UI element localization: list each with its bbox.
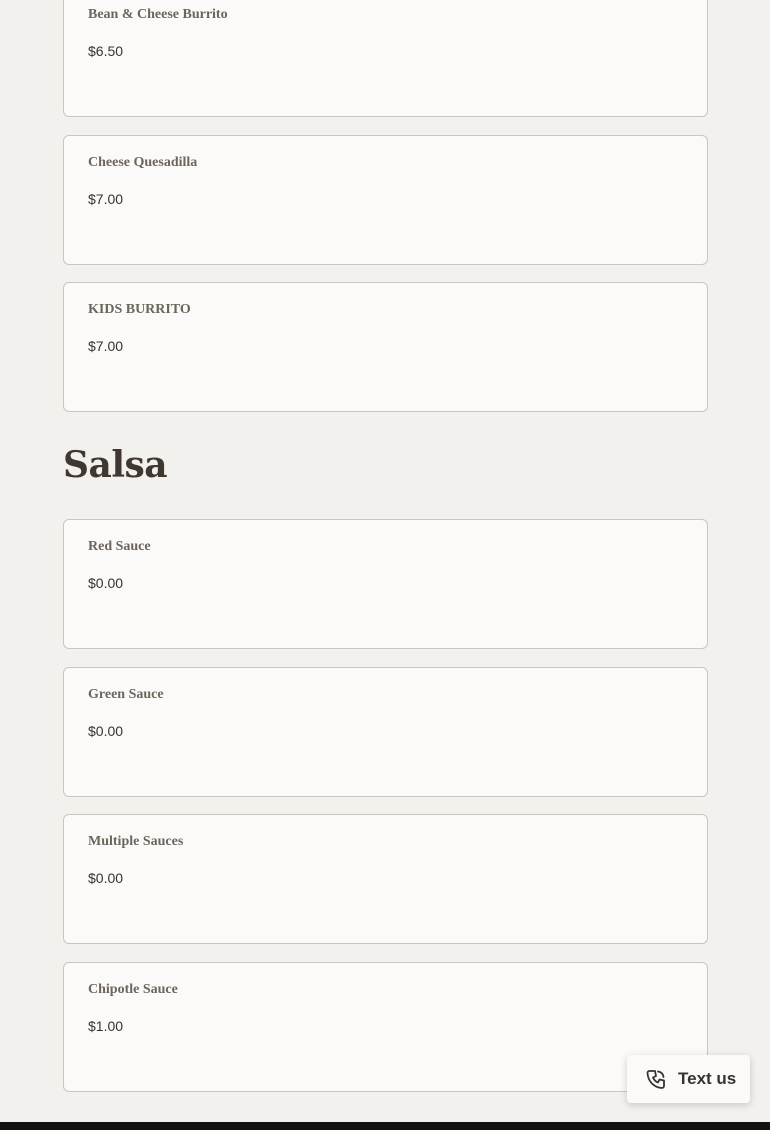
menu-item-name: Chipotle Sauce: [88, 982, 178, 997]
menu-item-card[interactable]: Bean & Cheese Burrito $6.50: [63, 0, 708, 117]
menu-item-price: $7.00: [88, 191, 124, 207]
menu-item-card[interactable]: Green Sauce $0.00: [63, 667, 708, 797]
menu-item-price: $0.00: [88, 575, 124, 591]
menu-item-card[interactable]: Cheese Quesadilla $7.00: [63, 135, 708, 265]
menu-items-list: Bean & Cheese Burrito $6.50 Cheese Quesa…: [63, 0, 708, 412]
footer-bar: [0, 1122, 770, 1130]
menu-items-list: Red Sauce $0.00 Green Sauce $0.00 Multip…: [63, 519, 708, 1092]
menu-item-price: $0.00: [88, 723, 124, 739]
menu-item-card[interactable]: KIDS BURRITO $7.00: [63, 282, 708, 412]
menu-item-name: KIDS BURRITO: [88, 302, 191, 317]
text-us-label: Text us: [678, 1069, 737, 1088]
menu-item-name: Bean & Cheese Burrito: [88, 7, 228, 22]
menu-item-price: $1.00: [88, 1018, 124, 1034]
menu-item-name: Green Sauce: [88, 687, 164, 702]
menu-item-card[interactable]: Chipotle Sauce $1.00: [63, 962, 708, 1092]
menu-page: Bean & Cheese Burrito $6.50 Cheese Quesa…: [0, 0, 770, 1130]
chat-phone-icon: [645, 1068, 667, 1090]
section-title-salsa: Salsa: [63, 444, 168, 486]
menu-item-price: $6.50: [88, 43, 124, 59]
menu-item-price: $0.00: [88, 870, 124, 886]
text-us-button[interactable]: Text us: [627, 1055, 750, 1103]
menu-item-card[interactable]: Red Sauce $0.00: [63, 519, 708, 649]
menu-item-name: Multiple Sauces: [88, 834, 184, 849]
menu-item-name: Cheese Quesadilla: [88, 155, 198, 170]
menu-item-price: $7.00: [88, 338, 124, 354]
menu-item-card[interactable]: Multiple Sauces $0.00: [63, 814, 708, 944]
menu-item-name: Red Sauce: [88, 539, 151, 554]
